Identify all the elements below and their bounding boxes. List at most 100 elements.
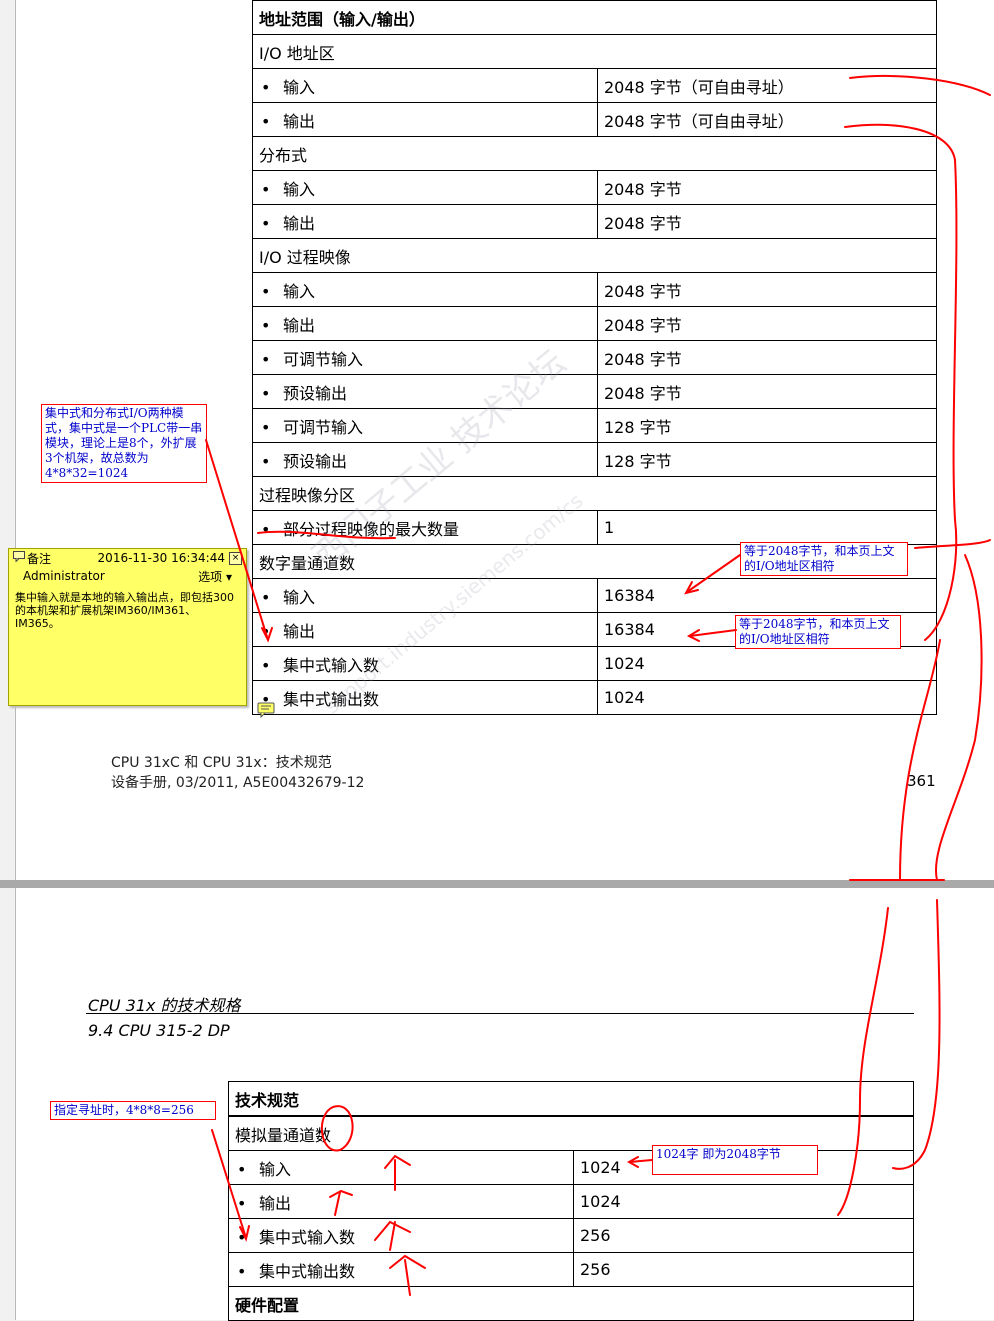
table-section-row: 分布式 [252, 136, 937, 171]
options-menu[interactable]: 选项 ▾ [198, 568, 232, 585]
bullet-icon: • [261, 77, 271, 97]
row-value: 256 [573, 1218, 914, 1253]
annotation-note[interactable]: 集中式和分布式I/O两种模式，集中式是一个PLC带一串模块，理论上是8个，外扩展… [41, 404, 207, 483]
table-section-row: I/O 地址区 [252, 34, 937, 69]
table-row: • 预设输出 128 字节 [252, 442, 937, 477]
row-label-cell: • 集中式输出数 [228, 1252, 574, 1287]
row-value: 2048 字节 [597, 306, 937, 341]
bullet-icon: • [261, 587, 271, 607]
row-label: 输入 [283, 179, 316, 199]
row-label: 可调节输入 [283, 349, 364, 369]
row-label-cell: • 输出 [252, 306, 598, 341]
annotation-note[interactable]: 等于2048字节，和本页上文的I/O地址区相符 [735, 615, 901, 649]
row-label: 输出 [283, 315, 316, 335]
row-label-cell: • 输入 [252, 272, 598, 307]
row-value: 2048 字节（可自由寻址） [597, 102, 937, 137]
table-section-row: I/O 过程映像 [252, 238, 937, 273]
row-label: 集中式输入数 [259, 1227, 356, 1247]
bullet-icon: • [261, 383, 271, 403]
row-label: 输入 [259, 1159, 292, 1179]
row-label: 输入 [283, 281, 316, 301]
row-label: 输出 [283, 213, 316, 233]
row-value: 2048 字节 [597, 204, 937, 239]
row-label: 预设输出 [283, 451, 348, 471]
row-label: 输入 [283, 77, 316, 97]
bullet-icon: • [261, 315, 271, 335]
bullet-icon: • [237, 1159, 247, 1179]
row-value: 2048 字节 [597, 272, 937, 307]
bullet-icon: • [237, 1261, 247, 1281]
row-value: 128 字节 [597, 408, 937, 443]
row-label-cell: • 输出 [228, 1184, 574, 1219]
row-value: 256 [573, 1252, 914, 1287]
row-label-cell: • 集中式输入数 [228, 1218, 574, 1253]
note-title: 备注 [27, 551, 52, 566]
table-row: • 输入 16384 [252, 578, 937, 613]
table-row: • 可调节输入 128 字节 [252, 408, 937, 443]
tech-spec-table: 技术规范 模拟量通道数 • 输入 1024 • 输出 1024 • 集中式输入数 256 • 集中式输… [228, 1081, 914, 1321]
bullet-icon: • [261, 179, 271, 199]
bullet-icon: • [237, 1193, 247, 1213]
bullet-icon: • [261, 111, 271, 131]
table-row: • 输出 2048 字节 [252, 306, 937, 341]
comment-icon [13, 551, 25, 565]
annotation-note[interactable]: 等于2048字节，和本页上文的I/O地址区相符 [740, 542, 908, 576]
row-value: 2048 字节 [597, 374, 937, 409]
table-header: 地址范围（输入/输出） [252, 0, 937, 35]
row-label-cell: • 输入 [252, 170, 598, 205]
bullet-icon: • [261, 349, 271, 369]
row-label: 输出 [283, 621, 316, 641]
section-label: 分布式 [252, 136, 937, 171]
bullet-icon: • [261, 621, 271, 641]
footer-manual-info: 设备手册, 03/2011, A5E00432679-12 [111, 775, 365, 791]
table-row: • 预设输出 2048 字节 [252, 374, 937, 409]
row-label-cell: • 输出 [252, 102, 598, 137]
row-value: 1 [597, 510, 937, 545]
table-row: • 集中式输出数 256 [228, 1252, 914, 1287]
bullet-icon: • [237, 1227, 247, 1247]
row-value: 16384 [597, 578, 937, 613]
row-value: 2048 字节（可自由寻址） [597, 68, 937, 103]
note-body[interactable]: 集中输入就是本地的输入输出点，即包括300的本机架和扩展机架IM360/IM36… [9, 585, 246, 636]
row-label: 输入 [283, 587, 316, 607]
chapter-rule [86, 1013, 914, 1014]
table-row: • 输出 1024 [228, 1184, 914, 1219]
annotation-note[interactable]: 指定寻址时，4*8*8=256 [50, 1101, 216, 1120]
sticky-note-popup[interactable]: 备注 2016-11-30 16:34:44 × Administrator 选… [8, 548, 247, 706]
footer-title: CPU 31xC 和 CPU 31x：技术规范 [111, 755, 332, 771]
row-label-cell: • 输出 [252, 204, 598, 239]
table-row: • 可调节输入 2048 字节 [252, 340, 937, 375]
section-label: I/O 地址区 [252, 34, 937, 69]
address-range-table: 地址范围（输入/输出） I/O 地址区 • 输入 2048 字节（可自由寻址） • 输出 2… [252, 0, 937, 715]
row-label-cell: • 集中式输入数 [252, 646, 598, 681]
table-row: • 集中式输入数 256 [228, 1218, 914, 1253]
row-label-cell: • 输入 [252, 578, 598, 613]
table-header: 硬件配置 [228, 1286, 914, 1321]
table-row: • 输入 2048 字节 [252, 170, 937, 205]
table-row: • 输入 2048 字节（可自由寻址） [252, 68, 937, 103]
row-label-cell: • 集中式输出数 [252, 680, 598, 715]
table-section-row: 硬件配置 [228, 1286, 914, 1321]
comment-marker-icon[interactable] [257, 702, 275, 719]
row-label: 输出 [283, 111, 316, 131]
row-label: 预设输出 [283, 383, 348, 403]
row-value: 1024 [597, 646, 937, 681]
row-label-cell: • 输入 [228, 1150, 574, 1185]
row-value: 1024 [573, 1184, 914, 1219]
annotation-note[interactable]: 1024字 即为2048字节 [652, 1145, 818, 1175]
close-icon[interactable]: × [229, 551, 242, 565]
row-label: 输出 [259, 1193, 292, 1213]
bullet-icon: • [261, 417, 271, 437]
row-value: 128 字节 [597, 442, 937, 477]
row-value: 2048 字节 [597, 340, 937, 375]
table-header: 技术规范 [228, 1081, 914, 1117]
note-timestamp: 2016-11-30 16:34:44 [97, 551, 225, 565]
row-label: 可调节输入 [283, 417, 364, 437]
row-value: 2048 字节 [597, 170, 937, 205]
table-row: • 输出 2048 字节（可自由寻址） [252, 102, 937, 137]
bullet-icon: • [261, 519, 271, 539]
bullet-icon: • [261, 451, 271, 471]
row-label: 集中式输出数 [259, 1261, 356, 1281]
row-value: 1024 [597, 680, 937, 715]
bullet-icon: • [261, 213, 271, 233]
